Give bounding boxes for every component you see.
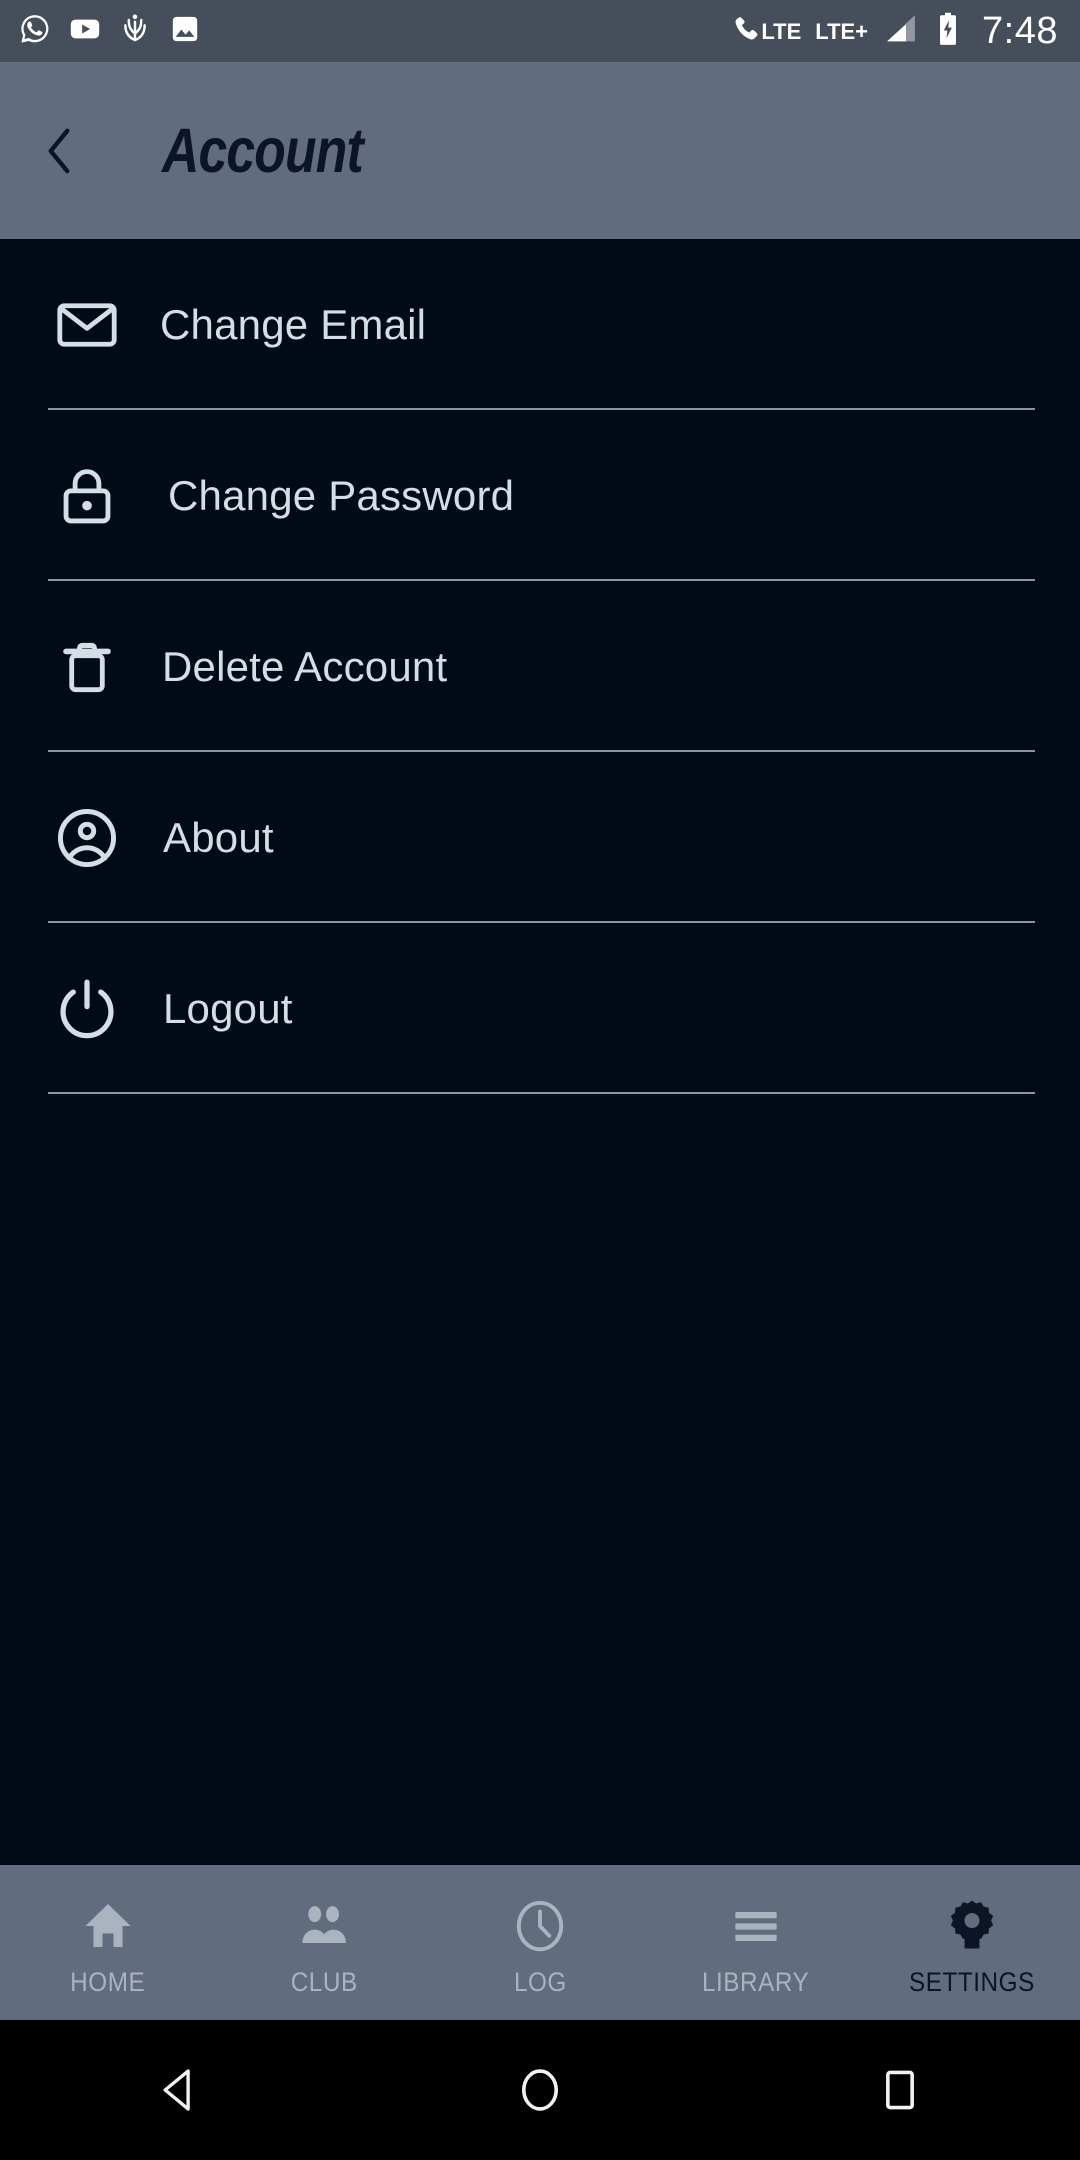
trash-icon [28,633,146,701]
power-icon [28,974,146,1044]
nav-item-label: CLUB [290,1967,358,1997]
nav-item-label: HOME [70,1967,146,1997]
lock-icon [28,462,146,530]
youtube-icon [68,12,102,51]
list-item-label: Logout [163,984,293,1032]
status-bar-clock: 7:48 [982,10,1058,52]
list-item-label: Change Password [168,471,515,519]
network-type-label: LTE+ [815,18,869,44]
list-divider [48,1092,1035,1094]
home-icon [78,1893,138,1959]
nav-item-club[interactable]: CLUB [216,1865,432,2020]
android-recents-button[interactable] [800,2020,1000,2160]
nav-item-library[interactable]: LIBRARY [648,1865,864,2020]
signal-bars-icon [882,12,920,51]
page-title: Account [162,115,364,186]
account-menu-list: Change Email Change Password Delete Acco… [0,239,1080,1094]
gear-icon [941,1893,1003,1959]
volte-phone-icon [733,14,759,48]
whatsapp-icon [18,12,52,51]
list-item-change-password[interactable]: Change Password [0,410,1080,581]
phone-screen: LTE LTE+ 7:48 Account Change Email Chang… [0,0,1080,2160]
bottom-navigation-bar: HOME CLUB LOG LIBRARY SETTINGS [0,1865,1080,2020]
status-bar: LTE LTE+ 7:48 [0,0,1080,62]
chevron-left-icon [48,128,70,173]
nav-item-label: LOG [513,1967,567,1997]
home-circle-icon [522,2069,558,2111]
app-header: Account [0,62,1080,239]
battery-charging-icon [934,11,962,52]
list-item-delete-account[interactable]: Delete Account [0,581,1080,752]
account-circle-icon [28,803,146,873]
gallery-icon [168,12,202,51]
volte-label: LTE [761,18,802,44]
app-notification-icon [118,12,152,51]
clock-icon [509,1893,571,1959]
back-triangle-icon [163,2069,190,2111]
nav-item-settings[interactable]: SETTINGS [864,1865,1080,2020]
recents-square-icon [886,2070,914,2110]
status-bar-notifications [18,12,202,51]
nav-item-home[interactable]: HOME [0,1865,216,2020]
list-item-label: Change Email [160,300,427,348]
list-item-about[interactable]: About [0,752,1080,923]
list-item-change-email[interactable]: Change Email [0,239,1080,410]
list-item-label: Delete Account [162,642,448,690]
android-navigation-bar [0,2020,1080,2160]
nav-item-log[interactable]: LOG [432,1865,648,2020]
list-item-logout[interactable]: Logout [0,923,1080,1094]
android-home-button[interactable] [440,2020,640,2160]
nav-item-label: LIBRARY [702,1967,810,1997]
status-bar-system: LTE LTE+ 7:48 [733,11,1058,52]
android-back-button[interactable] [80,2020,280,2160]
mail-icon [28,291,146,359]
list-icon [725,1893,787,1959]
list-item-label: About [163,813,274,861]
people-icon [293,1893,355,1959]
nav-item-label: SETTINGS [909,1967,1035,1997]
back-button[interactable] [0,62,118,239]
